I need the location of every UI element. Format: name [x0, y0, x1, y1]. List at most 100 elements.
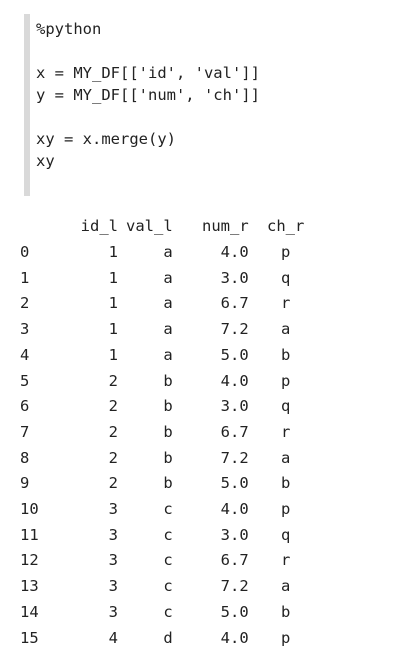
cell-num-r: 6.7	[220, 422, 249, 441]
cell-id-l: 3	[108, 551, 118, 570]
cell-id-l: 2	[108, 422, 118, 441]
row-index: 15	[20, 628, 39, 647]
cell-val-l: c	[163, 525, 173, 544]
cell-ch-r: q	[281, 268, 291, 287]
table-row: 13 3 c 7.2 a	[20, 574, 307, 600]
cell-num-r: 3.0	[220, 525, 249, 544]
row-index: 1	[20, 268, 30, 287]
column-header-ch-r: ch_r	[267, 217, 305, 235]
cell-num-r: 7.2	[220, 320, 249, 339]
cell-val-l: b	[163, 422, 173, 441]
cell-num-r: 5.0	[220, 602, 249, 621]
table-row: 4 1 a 5.0 b	[20, 343, 307, 369]
code-line: y = MY_DF[['num', 'ch']]	[36, 86, 260, 104]
cell-ch-r: a	[281, 448, 291, 467]
column-header-val-l: val_l	[126, 217, 173, 235]
table-row: 0 1 a 4.0 p	[20, 240, 307, 266]
cell-id-l: 1	[108, 320, 118, 339]
cell-ch-r: a	[281, 577, 291, 596]
output-table-container: id_l val_l num_r ch_r 0 1 a 4.0 p 1 1 a 3.0 q 2 1 a 6…	[20, 213, 310, 651]
row-index: 13	[20, 577, 39, 596]
cell-num-r: 5.0	[220, 474, 249, 493]
output-dataframe-table: id_l val_l num_r ch_r 0 1 a 4.0 p 1 1 a 3.0 q 2 1 a 6…	[20, 213, 307, 651]
row-index: 7	[20, 422, 30, 441]
table-row: 2 1 a 6.7 r	[20, 291, 307, 317]
table-row: 1 1 a 3.0 q	[20, 266, 307, 292]
table-row: 6 2 b 3.0 q	[20, 394, 307, 420]
cell-ch-r: p	[281, 243, 291, 261]
cell-val-l: c	[163, 577, 173, 596]
cell-num-r: 4.0	[220, 243, 249, 261]
row-index: 14	[20, 602, 39, 621]
cell-id-l: 1	[108, 243, 118, 261]
cell-val-l: a	[163, 268, 173, 287]
cell-ch-r: a	[281, 320, 291, 339]
cell-ch-r: q	[281, 397, 291, 416]
table-row: 8 2 b 7.2 a	[20, 446, 307, 472]
cell-val-l: c	[163, 602, 173, 621]
column-header-num-r: num_r	[202, 217, 249, 235]
cell-ch-r: r	[281, 294, 291, 313]
cell-num-r: 4.0	[220, 500, 249, 519]
cell-ch-r: q	[281, 525, 291, 544]
cell-ch-r: p	[281, 500, 291, 519]
cell-ch-r: p	[281, 371, 291, 390]
table-header-row: id_l val_l num_r ch_r	[20, 213, 307, 240]
cell-ch-r: b	[281, 602, 291, 621]
cell-ch-r: b	[281, 345, 291, 364]
code-line: xy = x.merge(y)	[36, 130, 176, 148]
cell-num-r: 7.2	[220, 448, 249, 467]
table-row: 15 4 d 4.0 p	[20, 626, 307, 652]
cell-id-l: 2	[108, 371, 118, 390]
index-header	[20, 213, 60, 240]
cell-val-l: b	[163, 397, 173, 416]
cell-ch-r: p	[281, 628, 291, 647]
cell-val-l: a	[163, 294, 173, 313]
row-index: 8	[20, 448, 30, 467]
row-index: 2	[20, 294, 30, 313]
row-index: 0	[20, 243, 30, 261]
cell-val-l: b	[163, 371, 173, 390]
cell-num-r: 3.0	[220, 268, 249, 287]
cell-val-l: c	[163, 500, 173, 519]
cell-id-l: 2	[108, 474, 118, 493]
table-row: 5 2 b 4.0 p	[20, 369, 307, 395]
table-row: 11 3 c 3.0 q	[20, 523, 307, 549]
cell-num-r: 6.7	[220, 551, 249, 570]
cell-ch-r: r	[281, 551, 291, 570]
cell-num-r: 5.0	[220, 345, 249, 364]
table-row: 10 3 c 4.0 p	[20, 497, 307, 523]
table-row: 3 1 a 7.2 a	[20, 317, 307, 343]
code-line: xy	[36, 152, 55, 170]
cell-val-l: d	[163, 628, 173, 647]
cell-ch-r: b	[281, 474, 291, 493]
cell-id-l: 3	[108, 602, 118, 621]
table-body: 0 1 a 4.0 p 1 1 a 3.0 q 2 1 a 6.7 r 3 1 a 7.2 a 4 1 a 5.0 b 5 2 b 4.…	[20, 240, 307, 651]
cell-num-r: 7.2	[220, 577, 249, 596]
cell-num-r: 6.7	[220, 294, 249, 313]
cell-num-r: 4.0	[220, 628, 249, 647]
cell-num-r: 4.0	[220, 371, 249, 390]
code-line: x = MY_DF[['id', 'val']]	[36, 64, 260, 82]
row-index: 3	[20, 320, 30, 339]
cell-id-l: 1	[108, 268, 118, 287]
cell-val-l: a	[163, 320, 173, 339]
row-index: 11	[20, 525, 39, 544]
table-row: 7 2 b 6.7 r	[20, 420, 307, 446]
cell-num-r: 3.0	[220, 397, 249, 416]
cell-id-l: 4	[108, 628, 118, 647]
column-header-id-l: id_l	[80, 217, 118, 235]
table-row: 14 3 c 5.0 b	[20, 600, 307, 626]
cell-val-l: a	[163, 345, 173, 364]
cell-id-l: 3	[108, 577, 118, 596]
row-index: 5	[20, 371, 30, 390]
row-index: 12	[20, 551, 39, 570]
row-index: 4	[20, 345, 30, 364]
cell-id-l: 3	[108, 525, 118, 544]
cell-val-l: b	[163, 448, 173, 467]
code-cell[interactable]: %python x = MY_DF[['id', 'val']] y = MY_…	[24, 14, 394, 196]
row-index: 9	[20, 474, 30, 493]
cell-val-l: b	[163, 474, 173, 493]
